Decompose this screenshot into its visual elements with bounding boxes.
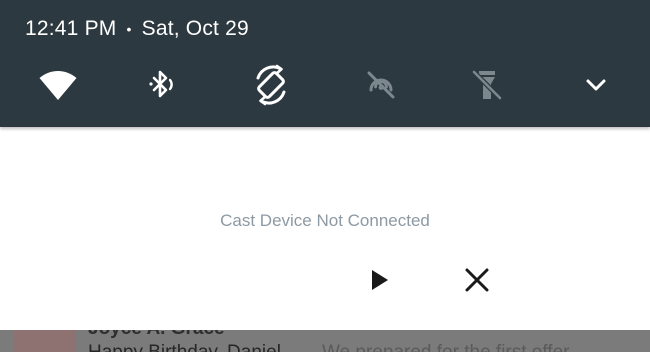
notification-message: Happy Birthday, Daniel: [88, 342, 281, 352]
notification-thumbnail: [14, 330, 76, 352]
bluetooth-icon: [149, 70, 173, 98]
quick-settings-panel: 12:41 PM • Sat, Oct 29: [0, 0, 650, 127]
cast-off-icon: [367, 71, 395, 99]
wifi-tile[interactable]: [35, 62, 81, 108]
close-icon: [465, 268, 489, 292]
cast-status-text: Cast Device Not Connected: [220, 211, 430, 230]
expand-tile[interactable]: [573, 62, 619, 108]
notification-sender: Joyce A. Grace: [88, 330, 225, 340]
cast-tile[interactable]: [358, 62, 404, 108]
flashlight-tile[interactable]: [464, 62, 510, 108]
flashlight-off-icon: [472, 70, 502, 100]
bluetooth-tile[interactable]: [140, 62, 186, 108]
notification-preview: We prepared for the first offer: [322, 342, 569, 352]
underlying-notification[interactable]: Joyce A. Grace Happy Birthday, Daniel We…: [0, 330, 650, 352]
wifi-icon: [39, 71, 77, 100]
play-icon: [372, 270, 388, 290]
status-header: 12:41 PM • Sat, Oct 29: [25, 15, 249, 43]
chevron-down-icon: [586, 79, 606, 91]
clock-time: 12:41 PM: [25, 17, 117, 40]
status-separator: •: [126, 21, 132, 37]
close-button[interactable]: [459, 262, 495, 298]
quick-settings-row: [0, 62, 650, 108]
play-button[interactable]: [361, 262, 397, 298]
auto-rotate-icon: [256, 64, 286, 106]
auto-rotate-tile[interactable]: [248, 62, 294, 108]
status-date[interactable]: Sat, Oct 29: [142, 17, 249, 41]
